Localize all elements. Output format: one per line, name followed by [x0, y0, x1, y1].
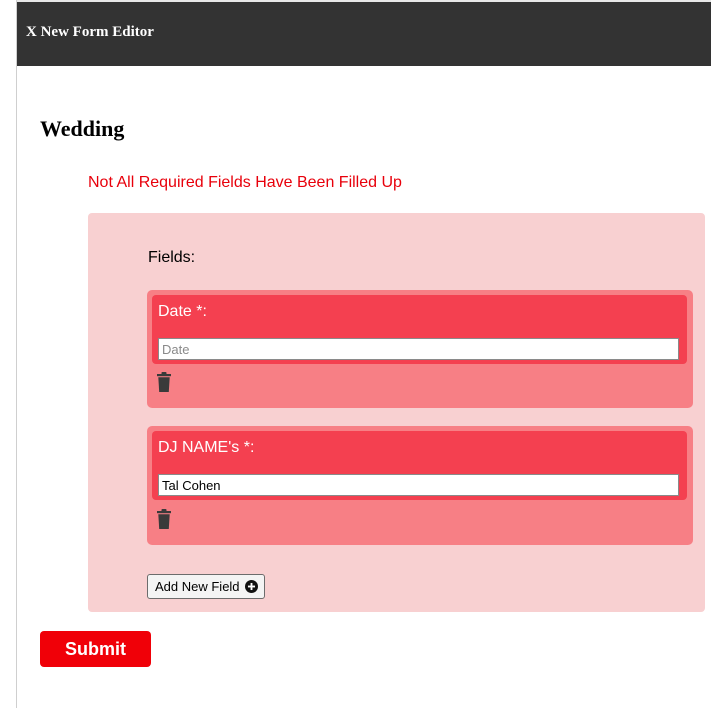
- window-left-border: [16, 0, 17, 708]
- title-bar: X New Form Editor: [17, 0, 711, 66]
- plus-circle-icon: [244, 580, 258, 593]
- field-header: DJ NAME's *:: [152, 431, 687, 500]
- field-label: DJ NAME's *:: [158, 439, 255, 456]
- submit-button[interactable]: Submit: [40, 631, 151, 667]
- field-card-dj-name: DJ NAME's *:: [147, 426, 693, 545]
- window-title: X New Form Editor: [26, 24, 154, 40]
- date-field-input[interactable]: [158, 338, 679, 360]
- fields-panel: Fields: Date *: DJ NAME's *: Add New Fie…: [88, 213, 705, 612]
- form-title: Wedding: [40, 116, 125, 141]
- field-label: Date *:: [158, 303, 207, 320]
- dj-name-field-input[interactable]: [158, 474, 679, 496]
- field-header: Date *:: [152, 295, 687, 364]
- validation-error-message: Not All Required Fields Have Been Filled…: [88, 174, 402, 191]
- field-card-date: Date *:: [147, 290, 693, 408]
- add-new-field-label: Add New Field: [155, 579, 240, 594]
- trash-icon[interactable]: [157, 372, 171, 392]
- add-new-field-button[interactable]: Add New Field: [147, 574, 265, 599]
- trash-icon[interactable]: [157, 509, 171, 529]
- fields-heading: Fields:: [148, 249, 196, 266]
